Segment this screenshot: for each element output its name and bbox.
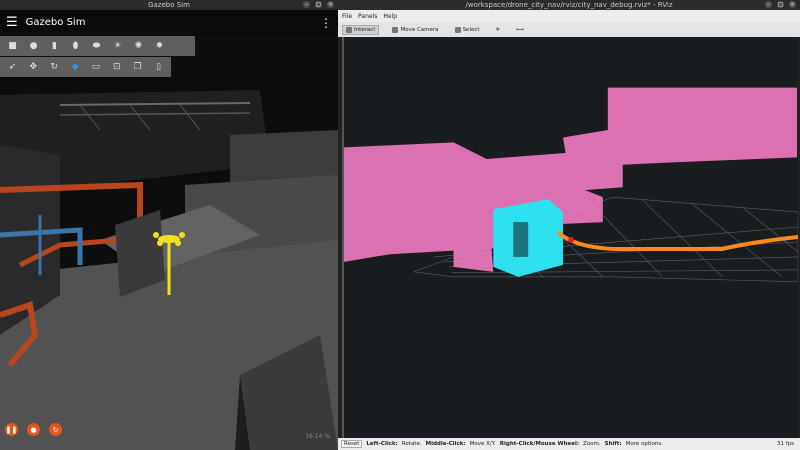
status-bar: Reset Left-Click: Rotate. Middle-Click: … — [338, 438, 800, 450]
menu-file[interactable]: File — [342, 13, 352, 20]
interact-icon — [346, 26, 352, 33]
rotate-icon[interactable]: ↻ — [49, 62, 60, 73]
maximize-icon[interactable]: □ — [315, 1, 322, 8]
hint-right-text: Zoom. — [583, 441, 601, 447]
app-title: Gazebo Sim — [25, 17, 86, 28]
playback-controls: ❚❚ ● ↻ — [5, 423, 62, 436]
minimize-icon[interactable]: – — [303, 1, 310, 8]
tool-label: Select — [462, 26, 480, 33]
ellipsoid-icon[interactable]: ⬬ — [91, 41, 102, 52]
hint-middle-label: Middle-Click: — [425, 441, 466, 447]
close-icon[interactable]: × — [789, 1, 796, 8]
window-title: Gazebo Sim — [148, 1, 190, 9]
select-icon[interactable]: ➶ — [7, 62, 18, 73]
maximize-icon[interactable]: □ — [777, 1, 784, 8]
gazebo-3d-scene[interactable] — [0, 35, 338, 450]
close-icon[interactable]: × — [327, 1, 334, 8]
hint-left-label: Left-Click: — [366, 441, 398, 447]
pause-button[interactable]: ❚❚ — [5, 423, 18, 436]
minimize-icon[interactable]: – — [765, 1, 772, 8]
fps-counter: 31 fps — [776, 441, 794, 447]
hint-shift-label: Shift: — [604, 441, 622, 447]
gazebo-titlebar: Gazebo Sim – □ × — [0, 0, 338, 10]
sun-icon[interactable]: ☀ — [112, 41, 123, 52]
camera-icon[interactable]: ▭ — [91, 62, 102, 73]
reset-button[interactable]: Reset — [341, 440, 363, 448]
scale-icon[interactable]: ◆ — [70, 62, 81, 73]
tool-move-camera[interactable]: Move Camera — [389, 26, 441, 34]
step-button[interactable]: ● — [27, 423, 40, 436]
tool-select[interactable]: Select — [452, 26, 483, 34]
crosshair-icon: ✛ — [495, 26, 501, 33]
move-camera-icon — [392, 26, 399, 33]
menu-help[interactable]: Help — [383, 13, 397, 20]
hint-right-label: Right-Click/Mouse Wheel: — [499, 441, 580, 447]
tool-focus[interactable]: ✛ — [493, 26, 504, 34]
app-header: ☰ Gazebo Sim ⋮ — [0, 10, 338, 35]
transform-toolbar: ➶ ✥ ↻ ◆ ▭ ⊡ ❐ ▯ — [0, 57, 171, 77]
reset-button[interactable]: ↻ — [49, 423, 62, 436]
rviz-window: /workspace/drone_city_nav/rviz/city_nav_… — [338, 0, 800, 450]
menu-panels[interactable]: Panels — [358, 13, 377, 20]
screenshot-icon[interactable]: ⊡ — [111, 62, 122, 73]
measure-icon: ⟷ — [516, 26, 525, 33]
spotlight-icon[interactable]: ✹ — [154, 41, 165, 52]
capsule-icon[interactable]: ⬮ — [70, 41, 81, 52]
rviz-titlebar: /workspace/drone_city_nav/rviz/city_nav_… — [338, 0, 800, 10]
tool-label: Interact — [354, 26, 376, 33]
hint-middle-text: Move X/Y. — [469, 441, 496, 447]
window-title: /workspace/drone_city_nav/rviz/city_nav_… — [465, 1, 673, 9]
hamburger-menu-icon[interactable]: ☰ — [6, 15, 18, 30]
tool-interact[interactable]: Interact — [342, 24, 380, 35]
hint-left-text: Rotate. — [401, 441, 422, 447]
shapes-toolbar: ■ ● ▮ ⬮ ⬬ ☀ ✺ ✹ — [0, 36, 195, 56]
tools-bar: Interact Move Camera Select ✛ ⟷ — [338, 22, 800, 37]
paste-icon[interactable]: ▯ — [153, 62, 164, 73]
hint-shift-text: More options. — [625, 441, 664, 447]
sphere-icon[interactable]: ● — [28, 41, 39, 52]
menu-bar: File Panels Help — [338, 10, 800, 22]
tool-measure[interactable]: ⟷ — [513, 26, 527, 34]
copy-icon[interactable]: ❐ — [132, 62, 143, 73]
real-time-factor: 16.14 % — [305, 433, 330, 440]
tool-label: Move Camera — [400, 26, 439, 33]
translate-icon[interactable]: ✥ — [28, 62, 39, 73]
cylinder-icon[interactable]: ▮ — [49, 41, 60, 52]
kebab-menu-icon[interactable]: ⋮ — [320, 16, 332, 30]
rviz-3d-viewport[interactable] — [342, 37, 798, 438]
light-icon[interactable]: ✺ — [133, 41, 144, 52]
gazebo-window: Gazebo Sim – □ × ☰ Gazebo Sim ⋮ ■ ● ▮ ⬮ … — [0, 0, 338, 450]
select-icon — [454, 26, 461, 33]
box-icon[interactable]: ■ — [7, 41, 18, 52]
